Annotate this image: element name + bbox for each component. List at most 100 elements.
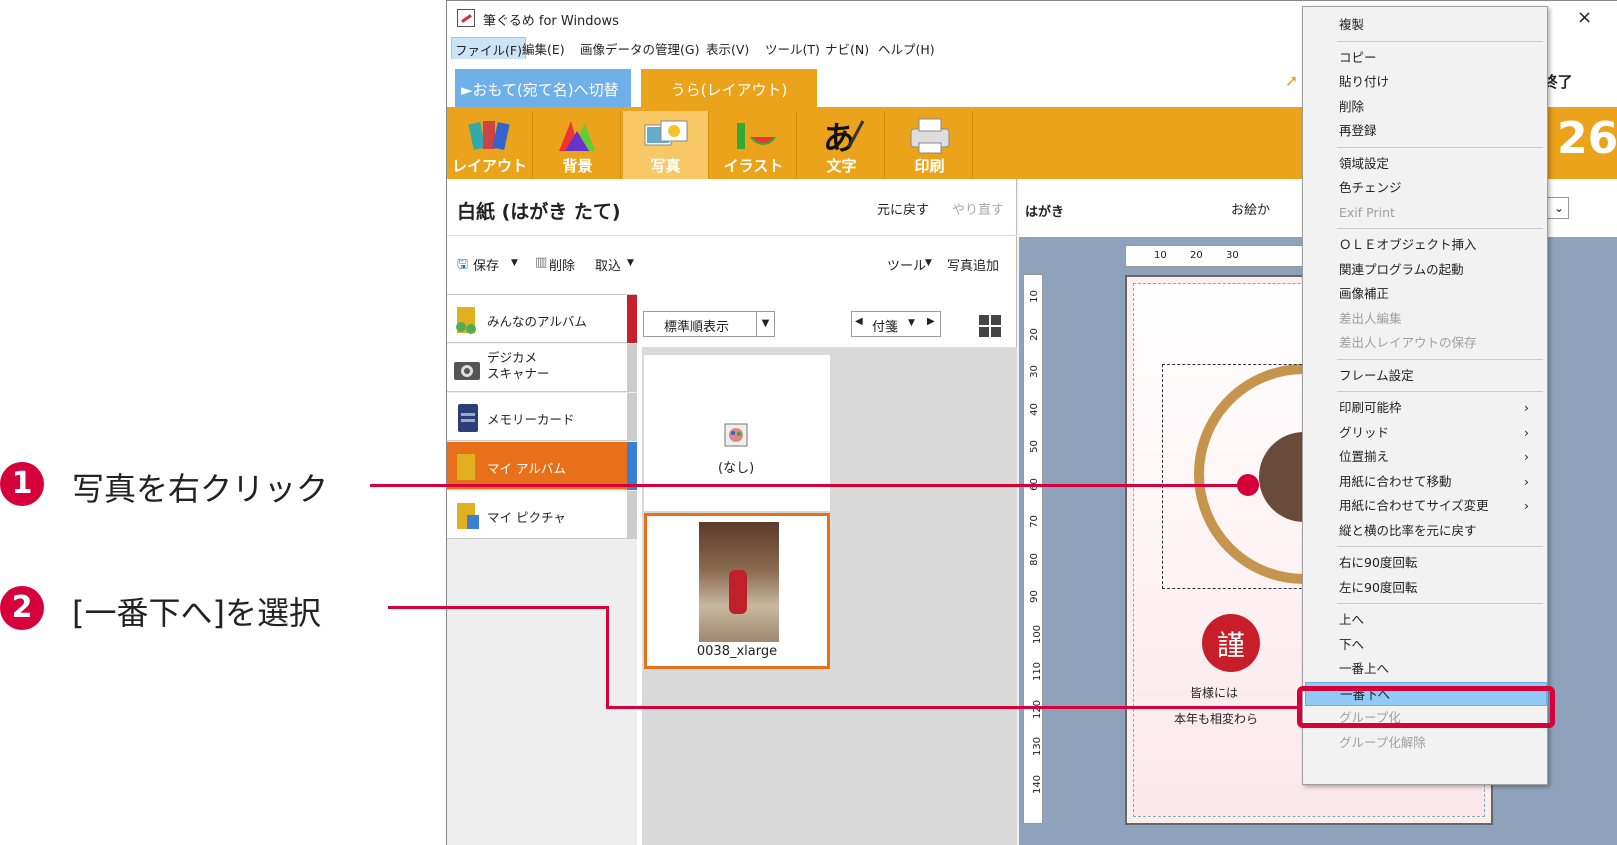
toolbar-layout-label: レイアウト (451, 157, 527, 175)
toolbar-layout-button[interactable]: レイアウト (447, 111, 533, 179)
thumbnail-photo[interactable]: 0038_xlarge (644, 513, 830, 669)
import-dropdown-icon[interactable]: ▼ (627, 258, 634, 268)
context-menu-item[interactable]: 削除 (1339, 95, 1539, 119)
callout-line-1 (370, 484, 1250, 487)
menu-help[interactable]: ヘルプ(H) (875, 39, 938, 58)
add-photo-button[interactable]: 写真追加 (947, 255, 999, 274)
thumbnail-none[interactable]: (なし) (644, 355, 830, 511)
context-menu-item[interactable]: 色チェンジ (1339, 176, 1539, 200)
seal-mark: 謹 (1202, 614, 1260, 672)
undo-button[interactable]: 元に戻す (877, 199, 929, 218)
save-dropdown-icon[interactable]: ▼ (511, 258, 518, 268)
submenu-arrow-icon: › (1524, 449, 1529, 464)
menu-item-label: 再登録 (1339, 123, 1377, 138)
next-icon[interactable]: ▶ (927, 316, 935, 327)
memory-card-icon (458, 404, 478, 432)
ruler-tick: 10 (1154, 250, 1167, 261)
prev-icon[interactable]: ◀ (855, 316, 863, 327)
redo-button[interactable]: やり直す (952, 199, 1004, 218)
context-menu-item[interactable]: 上へ (1339, 608, 1539, 632)
context-menu-item[interactable]: 複製 (1339, 13, 1539, 37)
highlight-frame (1297, 686, 1555, 728)
menu-view[interactable]: 表示(V) (703, 39, 752, 58)
menu-tools[interactable]: ツール(T) (762, 39, 823, 58)
tools-button[interactable]: ツール (887, 255, 926, 274)
save-button[interactable]: 保存 (473, 255, 499, 274)
trash-icon[interactable]: ▥ (535, 255, 547, 270)
menu-edit[interactable]: 編集(E) (519, 39, 568, 58)
context-menu-item[interactable]: 画像補正 (1339, 282, 1539, 306)
album-label: マイ ピクチャ (487, 510, 566, 525)
context-menu-item[interactable]: グリッド › (1339, 421, 1539, 445)
toolbar-text-button[interactable]: あ 文字 (799, 111, 885, 179)
toolbar-print-button[interactable]: 印刷 (887, 111, 973, 179)
context-menu-item[interactable]: 右に90度回転 (1339, 551, 1539, 575)
album-item-camera[interactable]: デジカメ スキャナー (447, 344, 637, 392)
menu-item-label: フレーム設定 (1339, 367, 1414, 383)
context-menu-item[interactable]: 用紙に合わせてサイズ変更 › (1339, 494, 1539, 518)
context-menu-item: 差出人レイアウトの保存 (1339, 331, 1539, 355)
album-list: みんなのアルバム デジカメ スキャナー メモリーカード マイ アルバム マイ ピ (447, 294, 637, 845)
toolbar-text-label: 文字 (826, 157, 857, 175)
context-menu-item[interactable]: 左に90度回転 (1339, 576, 1539, 600)
menu-image-data[interactable]: 画像データの管理(G) (577, 39, 702, 58)
album-label: マイ アルバム (487, 461, 566, 476)
palette-icon (724, 423, 748, 447)
tab-front-address[interactable]: ►おもて(宛て名)へ切替 (455, 69, 631, 107)
context-menu-item[interactable]: 貼り付け (1339, 70, 1539, 94)
context-menu-item[interactable]: 関連プログラムの起動 (1339, 258, 1539, 282)
toolbar-background-button[interactable]: 背景 (535, 111, 621, 179)
context-menu-item[interactable]: 縦と横の比率を元に戻す (1339, 519, 1539, 543)
window-close-button[interactable]: × (1577, 7, 1592, 28)
layout-icon (468, 121, 510, 150)
callout-line-2a (388, 606, 608, 609)
step-badge-1: 1 (0, 462, 44, 506)
paper-type: はがき (1025, 205, 1065, 220)
chevron-down-icon[interactable]: ▼ (908, 318, 915, 328)
printer-icon (910, 118, 950, 154)
toolbar-photo-button[interactable]: 写真 (623, 111, 709, 179)
menu-separator (1337, 603, 1543, 604)
background-icon (559, 121, 595, 151)
album-item-memory-card[interactable]: メモリーカード (447, 393, 637, 441)
context-menu-item[interactable]: 用紙に合わせて移動 › (1339, 470, 1539, 494)
menu-navi[interactable]: ナビ(N) (822, 39, 872, 58)
menu-separator (1337, 546, 1543, 547)
ruler-tick: 100 (1032, 624, 1044, 644)
album-folder-icon (456, 307, 476, 334)
sort-select[interactable]: 標準順表示 ▼ (643, 311, 775, 337)
album-label: みんなのアルバム (487, 314, 587, 329)
save-icon[interactable]: 🖫 (457, 255, 468, 277)
context-menu-item[interactable]: 下へ (1339, 633, 1539, 657)
toolbar-photo-label: 写真 (650, 157, 681, 175)
delete-button[interactable]: 削除 (549, 255, 575, 274)
context-menu-item[interactable]: 領域設定 (1339, 152, 1539, 176)
album-item-my-pictures[interactable]: マイ ピクチャ (447, 491, 637, 539)
context-menu-item[interactable]: 印刷可能枠 › (1339, 396, 1539, 420)
context-menu-item[interactable]: ＯＬＥオブジェクト挿入 (1339, 233, 1539, 257)
tag-pager: ◀ 付箋 ▼ ▶ (851, 311, 941, 337)
menu-item-label: 用紙に合わせて移動 (1339, 473, 1452, 489)
chevron-down-icon: ▼ (756, 312, 774, 336)
context-menu-item[interactable]: コピー (1339, 46, 1539, 70)
context-menu-item[interactable]: 再登録 (1339, 119, 1539, 143)
thumb-label: (なし) (718, 461, 755, 476)
vertical-ruler: 102030405060708090100110120130140 (1023, 274, 1043, 824)
context-menu-item[interactable]: 一番上へ (1339, 657, 1539, 681)
context-menu-item[interactable]: 位置揃え › (1339, 445, 1539, 469)
context-menu-item[interactable]: フレーム設定 (1339, 364, 1539, 388)
import-button[interactable]: 取込 (595, 255, 621, 274)
tag-select[interactable]: 付箋 (872, 316, 898, 335)
toolbar-illust-button[interactable]: イラスト (711, 111, 797, 179)
toolbar-background-label: 背景 (562, 157, 593, 175)
album-label: メモリーカード (487, 412, 575, 427)
tools-dropdown-icon[interactable]: ▼ (925, 258, 932, 268)
menu-item-label: 縦と横の比率を元に戻す (1339, 522, 1477, 538)
menu-separator (1337, 391, 1543, 392)
tab-back-layout[interactable]: うら(レイアウト) (641, 69, 817, 107)
album-item-my-album[interactable]: マイ アルバム (447, 442, 637, 490)
album-item-everyone[interactable]: みんなのアルバム (447, 295, 637, 343)
menu-item-label: グリッド (1339, 424, 1390, 440)
pointer-icon[interactable]: ➚ (1285, 71, 1298, 90)
grid-view-icon[interactable] (979, 315, 1001, 337)
